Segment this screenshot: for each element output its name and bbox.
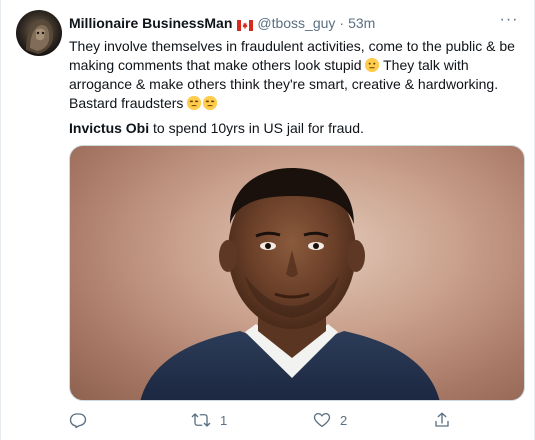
- retweet-icon: [191, 413, 211, 427]
- tweet-card[interactable]: Millionaire BusinessMan @tboss_guy · 53m…: [0, 0, 535, 440]
- like-count: 2: [340, 412, 348, 428]
- tweet-text: They involve themselves in fraudulent ac…: [69, 37, 529, 113]
- canada-flag-icon: [237, 18, 254, 31]
- tweet-header: Millionaire BusinessMan @tboss_guy · 53m…: [69, 11, 524, 33]
- more-options-icon[interactable]: ···: [498, 11, 520, 33]
- reply-button[interactable]: [69, 408, 96, 432]
- heart-icon: [313, 412, 331, 428]
- share-icon: [435, 412, 449, 427]
- neutral-face-icon: [365, 58, 380, 72]
- tweet-media-image[interactable]: [69, 145, 525, 401]
- unamused-face-icon: [203, 96, 218, 110]
- retweet-count: 1: [220, 412, 228, 428]
- author-handle[interactable]: @tboss_guy: [257, 15, 335, 31]
- share-button[interactable]: [433, 408, 451, 432]
- tweet-timestamp[interactable]: 53m: [348, 15, 375, 31]
- author-name[interactable]: Millionaire BusinessMan: [69, 15, 232, 31]
- portrait-photo: [140, 168, 440, 400]
- like-button[interactable]: 2: [313, 408, 347, 432]
- separator-dot: ·: [339, 15, 345, 31]
- avatar[interactable]: [16, 10, 62, 56]
- reply-icon: [69, 413, 87, 429]
- unamused-face-icon: [187, 96, 202, 110]
- retweet-button[interactable]: 1: [191, 408, 227, 432]
- headline-rest: to spend 10yrs in US jail for fraud.: [149, 120, 364, 136]
- lion-avatar-image: [26, 19, 54, 54]
- headline-text: Invictus Obi to spend 10yrs in US jail f…: [69, 119, 529, 138]
- headline-bold-name: Invictus Obi: [69, 120, 150, 136]
- tweet-actions: 1 2: [69, 408, 469, 432]
